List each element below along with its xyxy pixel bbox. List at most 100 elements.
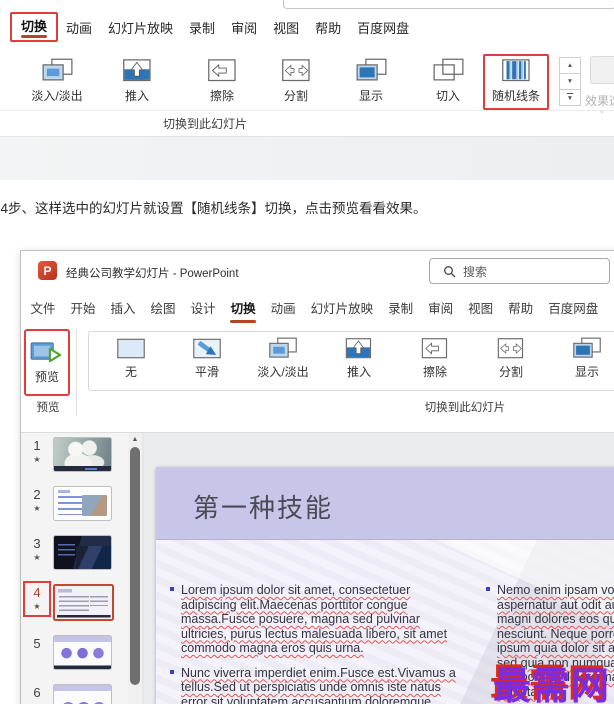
gallery-scroll-down-icon[interactable]: ▼	[559, 73, 581, 90]
caption-text: 第4步、这样选中的幻灯片就设置【随机线条】切换，点击预览看看效果。	[0, 201, 427, 216]
slide-thumbnail-item[interactable]: 4 ★	[21, 581, 128, 621]
ribbon-tab[interactable]: 帮助	[307, 14, 349, 41]
scrollbar-thumb[interactable]	[130, 447, 140, 685]
ribbon-tab[interactable]: 切换	[10, 12, 59, 42]
transition-label: 淡入/淡出	[31, 89, 83, 103]
sidebar-scrollbar[interactable]: ▲	[128, 433, 142, 704]
ribbon-group-divider	[76, 329, 77, 416]
transition-item-none[interactable]: 无	[93, 337, 169, 380]
slide-thumbnail[interactable]	[53, 535, 112, 570]
slide-title[interactable]: 第一种技能	[193, 488, 333, 525]
transition-icon	[206, 58, 239, 83]
slide-thumbnail-item[interactable]: 5 ★	[21, 635, 128, 670]
transition-item-push[interactable]: 推入	[102, 58, 172, 104]
powerpoint-logo-icon: P	[38, 261, 57, 280]
transition-item-wipe[interactable]: 擦除	[397, 337, 473, 380]
menu-tab[interactable]: 绘图	[143, 293, 183, 322]
menu-tab[interactable]: 开始	[63, 293, 103, 322]
ribbon-tab[interactable]: 百度网盘	[349, 14, 417, 41]
slide-thumbnail[interactable]	[53, 486, 112, 521]
slide-thumbnail-item[interactable]: 6 ★	[21, 684, 128, 704]
gallery-scroll-up-icon[interactable]: ▲	[559, 57, 581, 74]
slide-thumbnail[interactable]	[53, 584, 114, 621]
slide-thumbnail[interactable]	[53, 437, 112, 472]
transition-item-wipe[interactable]: 擦除	[187, 58, 257, 104]
transition-item-split[interactable]: 分割	[473, 337, 549, 380]
menu-tab[interactable]: 百度网盘	[541, 293, 606, 322]
menu-tab[interactable]: 审阅	[421, 293, 461, 322]
menu-tab[interactable]: 视图	[461, 293, 501, 322]
menu-tab[interactable]: 幻灯片放映	[303, 293, 381, 322]
window-title: 经典公司教学幻灯片 - PowerPoint	[66, 268, 239, 280]
preview-play-icon	[29, 340, 65, 367]
transition-item-reveal[interactable]: 显示	[549, 337, 614, 380]
transition-icon	[41, 58, 74, 83]
menu-tab[interactable]: 帮助	[501, 293, 541, 322]
transition-gallery-panel: 无 平滑 淡入/淡出 推入 擦除 分割 显示	[88, 331, 614, 391]
gallery-scroll-buttons: ▲ ▼ ▼	[559, 57, 581, 106]
transition-item-fade[interactable]: 淡入/淡出	[245, 337, 321, 380]
transition-item-split[interactable]: 分割	[261, 58, 331, 104]
transition-icon	[344, 337, 374, 360]
search-input[interactable]: 搜索	[429, 258, 610, 284]
top-ribbon-tabs: 切换 动画 幻灯片放映 录制 审阅 视图 帮助 百度网盘	[10, 12, 417, 42]
workspace-strip	[0, 136, 614, 180]
transition-icon	[355, 58, 388, 83]
screenshot-root: 切换动画幻灯片放映录制审阅视图帮助百度网盘 淡入/淡出 推入 擦除	[0, 0, 614, 704]
slide-thumbnail[interactable]	[53, 684, 112, 704]
slide-thumbnail[interactable]	[53, 635, 112, 670]
preview-button[interactable]: 预览	[24, 329, 70, 396]
slide-thumbnail-item[interactable]: 3 ★	[21, 535, 128, 570]
transition-icon	[280, 58, 313, 83]
preview-button-label: 预览	[34, 370, 59, 384]
transition-label: 无	[124, 365, 137, 379]
transition-label: 推入	[124, 89, 149, 103]
transition-group-label: 切换到此幻灯片	[424, 402, 506, 414]
slide-bullets-left[interactable]: Lorem ipsum dolor sit amet, consectetuer…	[170, 583, 466, 704]
transition-icon	[121, 58, 154, 83]
transition-label: 分割	[498, 365, 523, 379]
slide-thumbnail-item[interactable]: 1 ★	[21, 437, 128, 472]
scrollbar-up-icon[interactable]: ▲	[128, 433, 142, 445]
transition-label: 显示	[574, 365, 599, 379]
menu-tab[interactable]: 设计	[183, 293, 223, 322]
transition-icon	[572, 337, 602, 360]
gallery-more-icon[interactable]: ▼	[559, 89, 581, 106]
effect-options-icon[interactable]	[590, 56, 614, 84]
transition-group-label: 切换到此幻灯片	[162, 117, 248, 131]
search-box-remnant[interactable]	[283, 0, 614, 9]
powerpoint-window: P 经典公司教学幻灯片 - PowerPoint 搜索 文件 开始 插入 绘图 设计 切换…	[20, 250, 614, 704]
search-icon	[444, 265, 456, 277]
transition-item-reveal[interactable]: 显示	[336, 58, 406, 104]
transition-item-morph[interactable]: 平滑	[169, 337, 245, 380]
slide-number: 1	[33, 438, 41, 453]
menu-tab[interactable]: 动画	[263, 293, 303, 322]
transition-item-randombars[interactable]: 随机线条	[483, 54, 549, 110]
ribbon-tab[interactable]: 视图	[265, 14, 307, 41]
menu-tab[interactable]: 文件	[23, 293, 63, 322]
bullet-item[interactable]: Nunc viverra imperdiet enim.Fusce est.Vi…	[170, 666, 466, 704]
ribbon-divider	[0, 110, 614, 111]
transition-item-fade[interactable]: 淡入/淡出	[22, 58, 92, 104]
slide-number: 5	[33, 636, 41, 651]
ribbon-tab[interactable]: 审阅	[223, 14, 265, 41]
transition-label: 推入	[346, 365, 371, 379]
transition-label: 随机线条	[491, 89, 540, 103]
bullet-item[interactable]: Lorem ipsum dolor sit amet, consectetuer…	[170, 583, 466, 656]
transition-label: 平滑	[194, 365, 219, 379]
menu-tab[interactable]: 录制	[381, 293, 421, 322]
transition-item-cutin[interactable]: 切入	[413, 58, 483, 104]
slide-number-star: 3 ★	[26, 535, 48, 565]
menu-tab[interactable]: 切换	[223, 293, 263, 323]
ribbon-tab[interactable]: 录制	[181, 14, 223, 41]
ribbon-tab[interactable]: 幻灯片放映	[100, 14, 181, 41]
ribbon-tab[interactable]: 动画	[58, 14, 100, 41]
slide-thumbnail-item[interactable]: 2 ★	[21, 486, 128, 521]
menu-tab[interactable]: 插入	[103, 293, 143, 322]
menu-tabs: 文件 开始 插入 绘图 设计 切换 动画 幻灯片放映 录制 审阅 视图 帮助 百度网盘	[21, 291, 614, 323]
transition-icon	[500, 58, 533, 83]
transition-label: 擦除	[209, 89, 234, 103]
transition-label: 淡入/淡出	[257, 365, 309, 379]
transition-item-push[interactable]: 推入	[321, 337, 397, 380]
transition-icon	[268, 337, 298, 360]
